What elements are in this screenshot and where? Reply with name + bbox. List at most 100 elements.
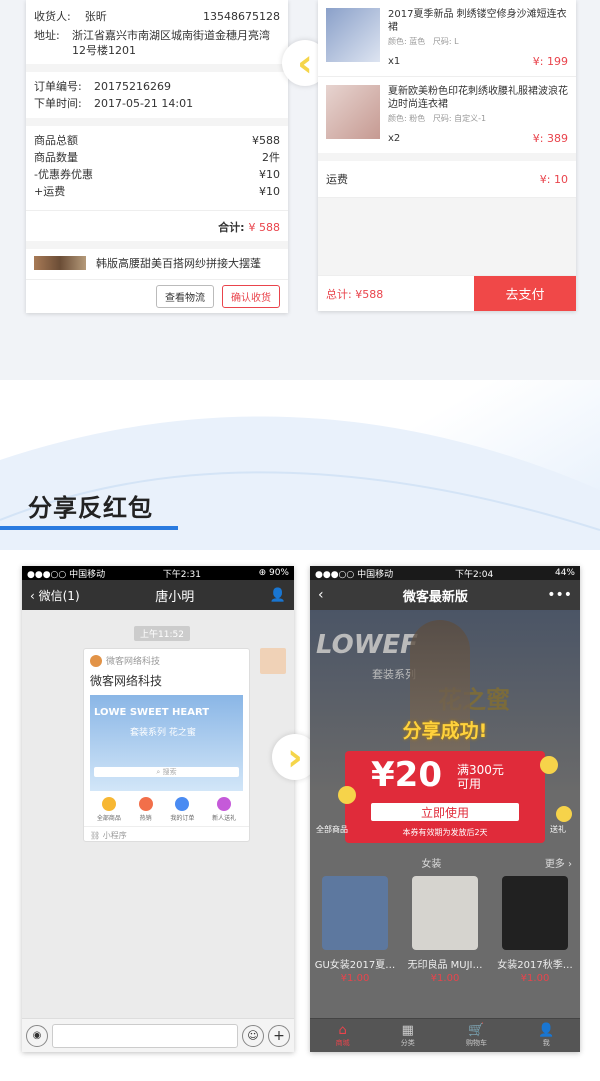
chat-timestamp: 上午11:52 [134, 626, 190, 641]
mini-program-card[interactable]: 微客网络科技 微客网络科技 LOWE SWEET HEART 套装系列 花之蜜 … [83, 648, 250, 842]
more-dots-icon[interactable]: ••• [547, 587, 572, 603]
mini-banner-sub: 套装系列 花之蜜 [130, 728, 196, 738]
order-time-label: 下单时间: [34, 97, 82, 110]
clock-text: 下午2:31 [162, 569, 201, 580]
shipping-row: 运费 ¥: 10 [318, 161, 576, 198]
address-block: 收货人: 张昕 13548675128 地址: 浙江省嘉兴市南湖区城南街道金穗月… [26, 0, 288, 62]
mini-nav-item[interactable]: 我的订单 [170, 797, 194, 822]
shop-phone: ●●●○○ 中国移动 下午2:04 44% ‹ 微客最新版 ••• LOWEF … [310, 566, 580, 1052]
address-label: 地址: [34, 29, 60, 42]
tab-1[interactable]: ▦ 分类 [401, 1023, 415, 1048]
chevron-left-icon: ‹ [30, 588, 39, 603]
plus-icon[interactable]: + [268, 1024, 290, 1047]
summary-label: +运费 [34, 185, 66, 198]
summary-label: -优惠券优惠 [34, 168, 93, 181]
back-button[interactable]: ‹ 微信(1) [30, 587, 80, 604]
mini-nav-label: 我的订单 [170, 815, 195, 822]
cart-item-title: 夏新欧美粉色印花刺绣收腰礼服裙波浪花边时尚连衣裙 [388, 86, 568, 110]
category-gift-label[interactable]: 送礼 [550, 824, 566, 835]
consignee-name: 张昕 [84, 10, 107, 23]
summary-value: ¥588 [252, 134, 280, 147]
consignee-label: 收货人: [34, 10, 71, 23]
view-logistics-button[interactable]: 查看物流 [156, 285, 214, 308]
cart-item-list: 2017夏季新品 刺绣镂空修身沙滩短连衣裙 颜色: 蓝色 尺码: L x1 ¥: 19… [318, 0, 576, 153]
pay-button[interactable]: 去支付 [474, 276, 576, 311]
mini-source: 微客网络科技 [84, 649, 249, 672]
checkout-bar: 总计: ¥588 去支付 [318, 275, 576, 311]
cart-card: 2017夏季新品 刺绣镂空修身沙滩短连衣裙 颜色: 蓝色 尺码: L x1 ¥: 19… [318, 0, 576, 311]
product-name: GU女装2017夏… [314, 960, 396, 971]
product-card[interactable]: 无印良品 MUJI… ¥1.00 [403, 876, 487, 984]
product-image [412, 876, 478, 950]
cart-item-info: 2017夏季新品 刺绣镂空修身沙滩短连衣裙 颜色: 蓝色 尺码: L x1 ¥: 19… [388, 8, 568, 68]
coupon-amount: ¥20 [371, 755, 442, 795]
order-total-value: ¥ 588 [248, 220, 281, 234]
order-time: 2017-05-21 14:01 [94, 97, 194, 110]
summary-row: 商品总额 ¥588 [34, 132, 280, 149]
mini-nav-item[interactable]: 热销 [138, 797, 153, 822]
order-summary: 商品总额 ¥588 商品数量 2件 -优惠券优惠 ¥10 +运费 ¥10 [26, 126, 288, 206]
tab-2[interactable]: 🛒 购物车 [466, 1023, 487, 1048]
shop-clock-text: 下午2:04 [454, 569, 494, 580]
summary-row: -优惠券优惠 ¥10 [34, 166, 280, 183]
gold-coin-icon [338, 786, 356, 804]
tab-3[interactable]: 👤 我 [538, 1023, 554, 1048]
mini-title: 微客网络科技 [90, 674, 163, 688]
mini-search-label: 搜索 [162, 768, 177, 776]
order-total-label: 合计: [218, 221, 245, 234]
mini-nav-item[interactable]: 全部商品 [97, 797, 121, 822]
home-icon: ⌂ [338, 1023, 347, 1038]
section-header: 女装 更多 › [310, 852, 580, 872]
order-product-row[interactable]: 韩版高腰甜美百搭网纱拼接大摆蓬 [26, 249, 288, 277]
tab-0[interactable]: ⌂ 商城 [336, 1023, 350, 1048]
gold-coin-icon [556, 806, 572, 822]
coupon-note: 本券有效期为发放后2天 [402, 828, 488, 837]
use-coupon-button[interactable]: 立即使用 [371, 803, 519, 821]
mini-footer-label: 小程序 [102, 831, 127, 840]
mini-nav-item[interactable]: 新人送礼 [212, 797, 236, 822]
more-link[interactable]: 更多 › [545, 855, 572, 870]
coupon-usable: 可用 [457, 777, 482, 791]
sender-avatar[interactable] [260, 648, 286, 674]
battery-text: ⊕ 90% [258, 568, 289, 578]
cart-item-info: 夏新欧美粉色印花刺绣收腰礼服裙波浪花边时尚连衣裙 颜色: 粉色 尺码: 自定义-1… [388, 85, 568, 145]
top-section: 收货人: 张昕 13548675128 地址: 浙江省嘉兴市南湖区城南街道金穗月… [0, 0, 600, 380]
confirm-receipt-button[interactable]: 确认收货 [222, 285, 280, 308]
shop-banner-text: LOWEF [316, 630, 418, 660]
back-arrow-icon[interactable]: ‹ [318, 587, 324, 603]
product-card[interactable]: 女装2017秋季… ¥1.00 [493, 876, 577, 984]
cart-item[interactable]: 夏新欧美粉色印花刺绣收腰礼服裙波浪花边时尚连衣裙 颜色: 粉色 尺码: 自定义-1… [318, 76, 576, 153]
wechat-phone: ●●●○○ 中国移动 下午2:31 ⊕ 90% ‹ 微信(1) 唐小明 👤 上午… [22, 566, 294, 1052]
cart-item[interactable]: 2017夏季新品 刺绣镂空修身沙滩短连衣裙 颜色: 蓝色 尺码: L x1 ¥: 19… [318, 0, 576, 76]
section-title-underline [0, 526, 178, 530]
mini-nav-label: 热销 [139, 815, 152, 822]
product-image [322, 876, 388, 950]
section-title: 分享反红包 [28, 494, 153, 522]
product-card[interactable]: GU女装2017夏… ¥1.00 [313, 876, 397, 984]
mini-search[interactable]: ⌕ 搜索 [94, 767, 239, 777]
contact-profile-icon[interactable]: 👤 [270, 588, 286, 603]
status-bar: ●●●○○ 中国移动 下午2:31 ⊕ 90% [22, 566, 294, 580]
cart-item-thumbnail [326, 85, 380, 139]
mini-footer: ⛓ 小程序 [84, 826, 249, 844]
mini-banner-text: LOWE SWEET HEART [94, 707, 210, 718]
mini-nav-label: 新人送礼 [212, 815, 237, 822]
product-name: 女装2017秋季… [497, 960, 573, 971]
summary-row: 商品数量 2件 [34, 149, 280, 166]
share-section: ●●●○○ 中国移动 下午2:31 ⊕ 90% ‹ 微信(1) 唐小明 👤 上午… [0, 550, 600, 1081]
cart-item-qty: x1 [388, 56, 401, 67]
product-grid: GU女装2017夏… ¥1.00 无印良品 MUJI… ¥1.00 女装2017秋季… ¥… [310, 876, 580, 984]
emoji-icon[interactable]: ☺ [242, 1024, 264, 1047]
coupon-threshold-block: 满300元 可用 [457, 763, 504, 791]
product-thumbnail [34, 256, 86, 270]
shop-battery-text: 44% [554, 568, 575, 578]
order-no: 20175216269 [94, 80, 171, 93]
voice-icon[interactable]: ◉ [26, 1024, 48, 1047]
cart-item-color: 颜色: 蓝色 [388, 37, 426, 46]
message-input[interactable] [52, 1023, 238, 1048]
category-all-label[interactable]: 全部商品 [316, 824, 348, 835]
cart-icon: 🛒 [468, 1023, 485, 1038]
cart-item-size: 尺码: L [432, 37, 459, 46]
mini-nav-icon [175, 797, 190, 811]
mini-nav: 全部商品 热销 我的订单 新人送礼 [84, 791, 249, 826]
